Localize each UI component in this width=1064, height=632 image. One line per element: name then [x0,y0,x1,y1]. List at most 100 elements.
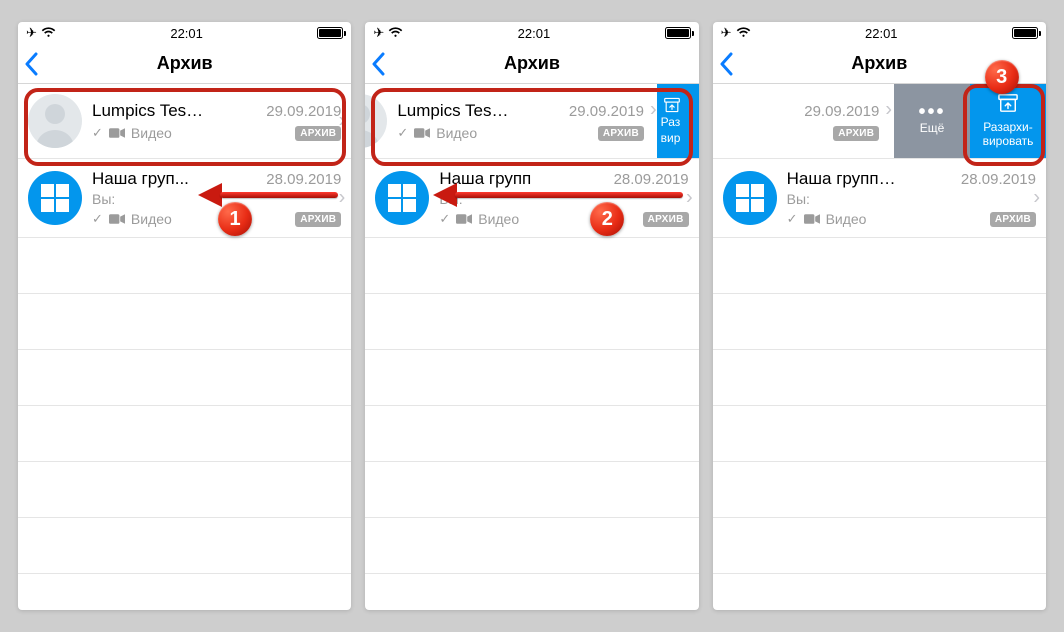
empty-row [713,350,1046,406]
chat-list: Tes… 29.09.2019 ео АРХИВ › [713,84,1046,610]
chat-list: Lumpics Tes… 29.09.2019 ✓ Видео АРХИВ [365,84,698,610]
empty-row [18,294,351,350]
wifi-icon [41,26,56,41]
last-sender: Вы: [787,191,1036,207]
chat-name: Наша групп… [787,169,896,189]
windows-logo-icon [736,184,764,212]
empty-row [18,518,351,574]
checkmark-icon: ✓ [397,125,408,141]
chat-date: 28.09.2019 [266,171,341,188]
archive-badge: АРХИВ [833,126,879,141]
phone-panel-3: ✈ 22:01 Архив Tes… 29.09.2019 [713,22,1046,610]
back-button[interactable] [24,52,38,79]
windows-logo-icon [41,184,69,212]
back-button[interactable] [371,52,385,79]
nav-bar: Архив [18,44,351,84]
empty-row [365,462,698,518]
airplane-mode-icon: ✈ [721,25,732,41]
chat-date: 29.09.2019 [569,103,644,120]
more-action[interactable]: ••• Ещё [894,84,970,158]
page-title: Архив [851,53,907,74]
empty-row [365,350,698,406]
swipe-actions: ••• Ещё Разархи-вировать [894,84,1046,158]
avatar [375,171,429,225]
page-title: Архив [504,53,560,74]
chevron-right-icon: › [339,110,346,133]
status-bar: ✈ 22:01 [18,22,351,44]
checkmark-icon: ✓ [787,211,798,227]
status-time: 22:01 [518,26,551,41]
status-time: 22:01 [865,26,898,41]
empty-row [713,238,1046,294]
unarchive-action[interactable]: Разархи-вировать [970,84,1046,158]
avatar [723,171,777,225]
chat-row-lumpics[interactable]: Lumpics Tes… 29.09.2019 ✓ Видео АРХИВ [365,84,698,159]
status-time: 22:01 [170,26,203,41]
chat-name: Lumpics Tes… [92,101,203,121]
empty-row [18,238,351,294]
nav-bar: Архив [365,44,698,84]
chat-name: Наша груп... [92,169,189,189]
video-icon [109,127,125,139]
chat-list: Lumpics Tes… 29.09.2019 ✓ Видео АРХИВ › [18,84,351,610]
wifi-icon [388,26,403,41]
back-button[interactable] [719,52,733,79]
empty-row [713,462,1046,518]
media-type: Видео [131,211,172,227]
windows-logo-icon [388,184,416,212]
empty-row [365,294,698,350]
video-icon [804,213,820,225]
battery-icon [665,27,691,39]
archive-badge: АРХИВ [295,126,341,141]
archive-badge: АРХИВ [598,126,644,141]
chat-row-lumpics[interactable]: Tes… 29.09.2019 ео АРХИВ › [713,84,1046,159]
phone-panel-2: ✈ 22:01 Архив Lumpics Tes… 29.09.2019 [365,22,698,610]
chat-row-group[interactable]: Наша групп… 28.09.2019 Вы: ✓ Видео АРХИВ… [713,159,1046,238]
unarchive-icon [997,93,1019,117]
chat-row-group[interactable]: Наша групп 28.09.2019 Вы: ✓ Видео АРХИВ … [365,159,698,238]
empty-row [18,406,351,462]
page-title: Архив [157,53,213,74]
chat-name: Lumpics Tes… [397,101,508,121]
status-bar: ✈ 22:01 [365,22,698,44]
checkmark-icon: ✓ [92,125,103,141]
chevron-right-icon: › [686,187,693,210]
media-type: Видео [131,125,172,141]
empty-row [18,350,351,406]
wifi-icon [736,26,751,41]
chat-date: 28.09.2019 [614,171,689,188]
chevron-right-icon: › [339,187,346,210]
last-sender: Вы: [439,191,688,207]
empty-row [365,518,698,574]
empty-row [713,294,1046,350]
chat-date: 29.09.2019 [266,103,341,120]
chat-row-lumpics[interactable]: Lumpics Tes… 29.09.2019 ✓ Видео АРХИВ › [18,84,351,159]
avatar [28,171,82,225]
phone-panel-1: ✈ 22:01 Архив Lumpics Tes… 29.09.2019 [18,22,351,610]
chat-date: 29.09.2019 [804,103,879,120]
unarchive-action-peek[interactable]: Раз вир [657,84,699,158]
more-icon: ••• [918,106,945,118]
chevron-right-icon: › [885,98,892,121]
empty-row [365,406,698,462]
empty-row [713,518,1046,574]
nav-bar: Архив [713,44,1046,84]
chat-date: 28.09.2019 [961,171,1036,188]
airplane-mode-icon: ✈ [373,25,384,41]
empty-row [18,462,351,518]
media-type: Видео [826,211,867,227]
airplane-mode-icon: ✈ [26,25,37,41]
chat-row-group[interactable]: Наша груп... 28.09.2019 Вы: ✓ Видео АРХИ… [18,159,351,238]
chat-name: Наша групп [439,169,531,189]
archive-badge: АРХИВ [643,212,689,227]
battery-icon [1012,27,1038,39]
media-type: Видео [478,211,519,227]
checkmark-icon: ✓ [439,211,450,227]
last-sender: Вы: [92,191,341,207]
archive-badge: АРХИВ [990,212,1036,227]
avatar [365,94,387,148]
battery-icon [317,27,343,39]
empty-row [365,238,698,294]
checkmark-icon: ✓ [92,211,103,227]
video-icon [456,213,472,225]
